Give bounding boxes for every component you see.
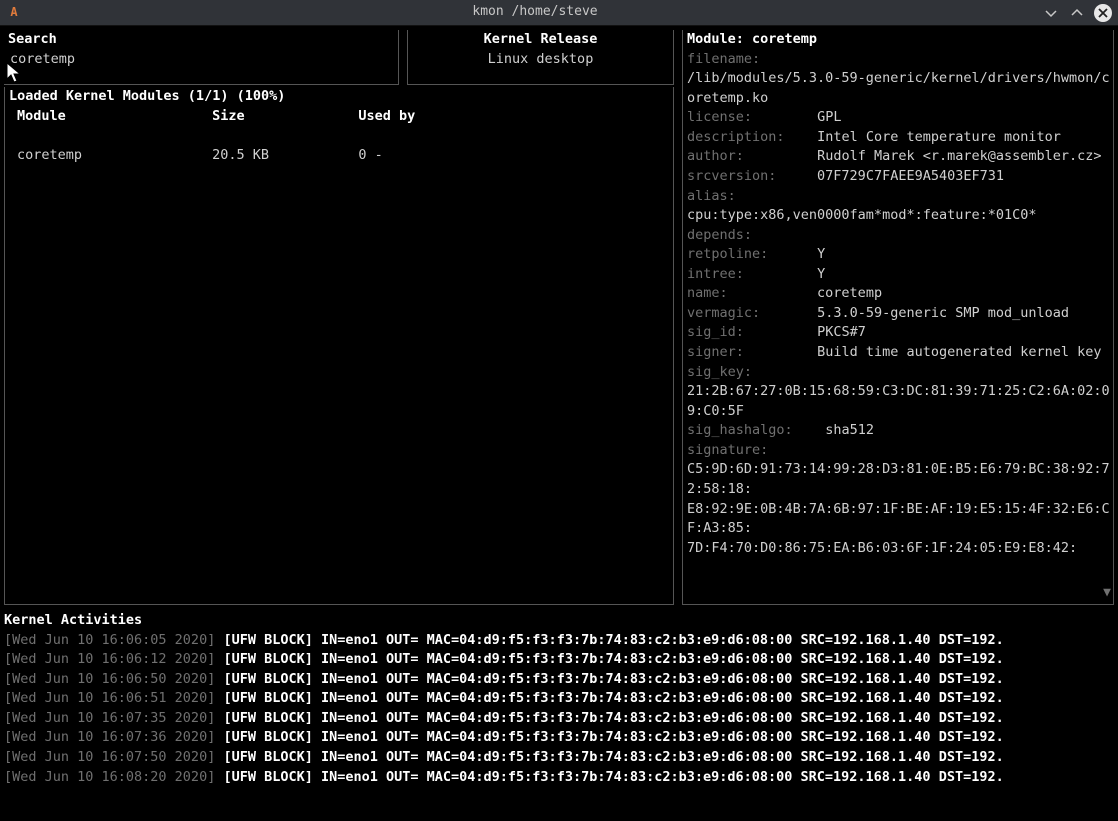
- kernel-release-label: Kernel Release: [412, 30, 669, 50]
- minimize-icon[interactable]: [1042, 4, 1060, 22]
- search-panel[interactable]: Search coretemp: [4, 30, 399, 85]
- log-message: [UFW BLOCK] IN=eno1 OUT= MAC=04:d9:f5:f3…: [223, 749, 1003, 765]
- log-message: [UFW BLOCK] IN=eno1 OUT= MAC=04:d9:f5:f3…: [223, 710, 1003, 726]
- signature-label: signature:: [687, 442, 768, 458]
- window-title: kmon /home/steve: [28, 3, 1042, 22]
- license-value: GPL: [817, 109, 841, 125]
- vermagic-value: 5.3.0-59-generic SMP mod_unload: [817, 305, 1069, 321]
- log-timestamp: [Wed Jun 10 16:06:12 2020]: [4, 651, 223, 667]
- signer-label: signer:: [687, 344, 744, 360]
- sigid-value: PKCS#7: [817, 324, 866, 340]
- log-message: [UFW BLOCK] IN=eno1 OUT= MAC=04:d9:f5:f3…: [223, 769, 1003, 785]
- log-line: [Wed Jun 10 16:06:51 2020] [UFW BLOCK] I…: [4, 689, 1114, 709]
- log-timestamp: [Wed Jun 10 16:06:51 2020]: [4, 690, 223, 706]
- terminal-area: Search coretemp Kernel Release Linux des…: [0, 26, 1118, 821]
- kernel-release-value: Linux desktop: [412, 50, 669, 70]
- filename-label: filename:: [687, 51, 760, 67]
- search-label: Search: [8, 30, 394, 50]
- log-timestamp: [Wed Jun 10 16:06:50 2020]: [4, 671, 223, 687]
- log-line: [Wed Jun 10 16:07:35 2020] [UFW BLOCK] I…: [4, 709, 1114, 729]
- log-message: [UFW BLOCK] IN=eno1 OUT= MAC=04:d9:f5:f3…: [223, 690, 1003, 706]
- log-timestamp: [Wed Jun 10 16:07:35 2020]: [4, 710, 223, 726]
- app-icon: A: [6, 5, 22, 21]
- depends-label: depends:: [687, 227, 752, 243]
- window-controls: [1042, 4, 1112, 22]
- kernel-release-panel: Kernel Release Linux desktop: [407, 30, 674, 85]
- license-label: license:: [687, 109, 752, 125]
- loaded-modules-label: Loaded Kernel Modules (1/1) (100%): [9, 87, 669, 107]
- signer-value: Build time autogenerated kernel key: [817, 344, 1101, 360]
- search-input[interactable]: coretemp: [8, 50, 394, 70]
- kernel-activities-label: Kernel Activities: [4, 611, 1114, 631]
- log-line: [Wed Jun 10 16:06:50 2020] [UFW BLOCK] I…: [4, 670, 1114, 690]
- sigkey-value: 21:2B:67:27:0B:15:68:59:C3:DC:81:39:71:2…: [687, 382, 1113, 421]
- name-label: name:: [687, 285, 728, 301]
- sighash-label: sig_hashalgo:: [687, 422, 793, 438]
- scroll-indicator-icon: ▼: [1103, 584, 1111, 603]
- log-timestamp: [Wed Jun 10 16:08:20 2020]: [4, 769, 223, 785]
- table-row[interactable]: coretemp 20.5 KB 0 -: [9, 146, 669, 166]
- retpoline-label: retpoline:: [687, 246, 768, 262]
- description-label: description:: [687, 129, 785, 145]
- name-value: coretemp: [817, 285, 882, 301]
- kernel-activities-panel[interactable]: Kernel Activities [Wed Jun 10 16:06:05 2…: [4, 611, 1114, 819]
- srcversion-value: 07F729C7FAEE9A5403EF731: [817, 168, 1004, 184]
- log-line: [Wed Jun 10 16:06:12 2020] [UFW BLOCK] I…: [4, 650, 1114, 670]
- alias-label: alias:: [687, 188, 736, 204]
- description-value: Intel Core temperature monitor: [817, 129, 1061, 145]
- intree-value: Y: [817, 266, 825, 282]
- log-message: [UFW BLOCK] IN=eno1 OUT= MAC=04:d9:f5:f3…: [223, 671, 1003, 687]
- author-value: Rudolf Marek <r.marek@assembler.cz>: [817, 148, 1101, 164]
- srcversion-label: srcversion:: [687, 168, 776, 184]
- log-timestamp: [Wed Jun 10 16:07:36 2020]: [4, 729, 223, 745]
- log-message: [UFW BLOCK] IN=eno1 OUT= MAC=04:d9:f5:f3…: [223, 632, 1003, 648]
- log-message: [UFW BLOCK] IN=eno1 OUT= MAC=04:d9:f5:f3…: [223, 729, 1003, 745]
- close-icon[interactable]: [1094, 4, 1112, 22]
- window-titlebar: A kmon /home/steve: [0, 0, 1118, 26]
- maximize-icon[interactable]: [1068, 4, 1086, 22]
- log-line: [Wed Jun 10 16:07:36 2020] [UFW BLOCK] I…: [4, 728, 1114, 748]
- retpoline-value: Y: [817, 246, 825, 262]
- module-detail-header: Module: coretemp: [687, 30, 1113, 50]
- module-detail-panel[interactable]: Module: coretemp filename: /lib/modules/…: [682, 30, 1114, 605]
- sigid-label: sig_id:: [687, 324, 744, 340]
- intree-label: intree:: [687, 266, 744, 282]
- log-line: [Wed Jun 10 16:06:05 2020] [UFW BLOCK] I…: [4, 631, 1114, 651]
- alias-value: cpu:type:x86,ven0000fam*mod*:feature:*01…: [687, 206, 1113, 226]
- log-timestamp: [Wed Jun 10 16:07:50 2020]: [4, 749, 223, 765]
- sighash-value: sha512: [825, 422, 874, 438]
- sigkey-label: sig_key:: [687, 364, 752, 380]
- author-label: author:: [687, 148, 744, 164]
- filename-value: /lib/modules/5.3.0-59-generic/kernel/dri…: [687, 69, 1113, 108]
- log-line: [Wed Jun 10 16:07:50 2020] [UFW BLOCK] I…: [4, 748, 1114, 768]
- log-line: [Wed Jun 10 16:08:20 2020] [UFW BLOCK] I…: [4, 768, 1114, 788]
- vermagic-label: vermagic:: [687, 305, 760, 321]
- log-message: [UFW BLOCK] IN=eno1 OUT= MAC=04:d9:f5:f3…: [223, 651, 1003, 667]
- loaded-modules-panel[interactable]: Loaded Kernel Modules (1/1) (100%) Modul…: [4, 87, 674, 605]
- modules-table-header: Module Size Used by: [9, 107, 669, 127]
- log-timestamp: [Wed Jun 10 16:06:05 2020]: [4, 632, 223, 648]
- signature-value: C5:9D:6D:91:73:14:99:28:D3:81:0E:B5:E6:7…: [687, 460, 1113, 558]
